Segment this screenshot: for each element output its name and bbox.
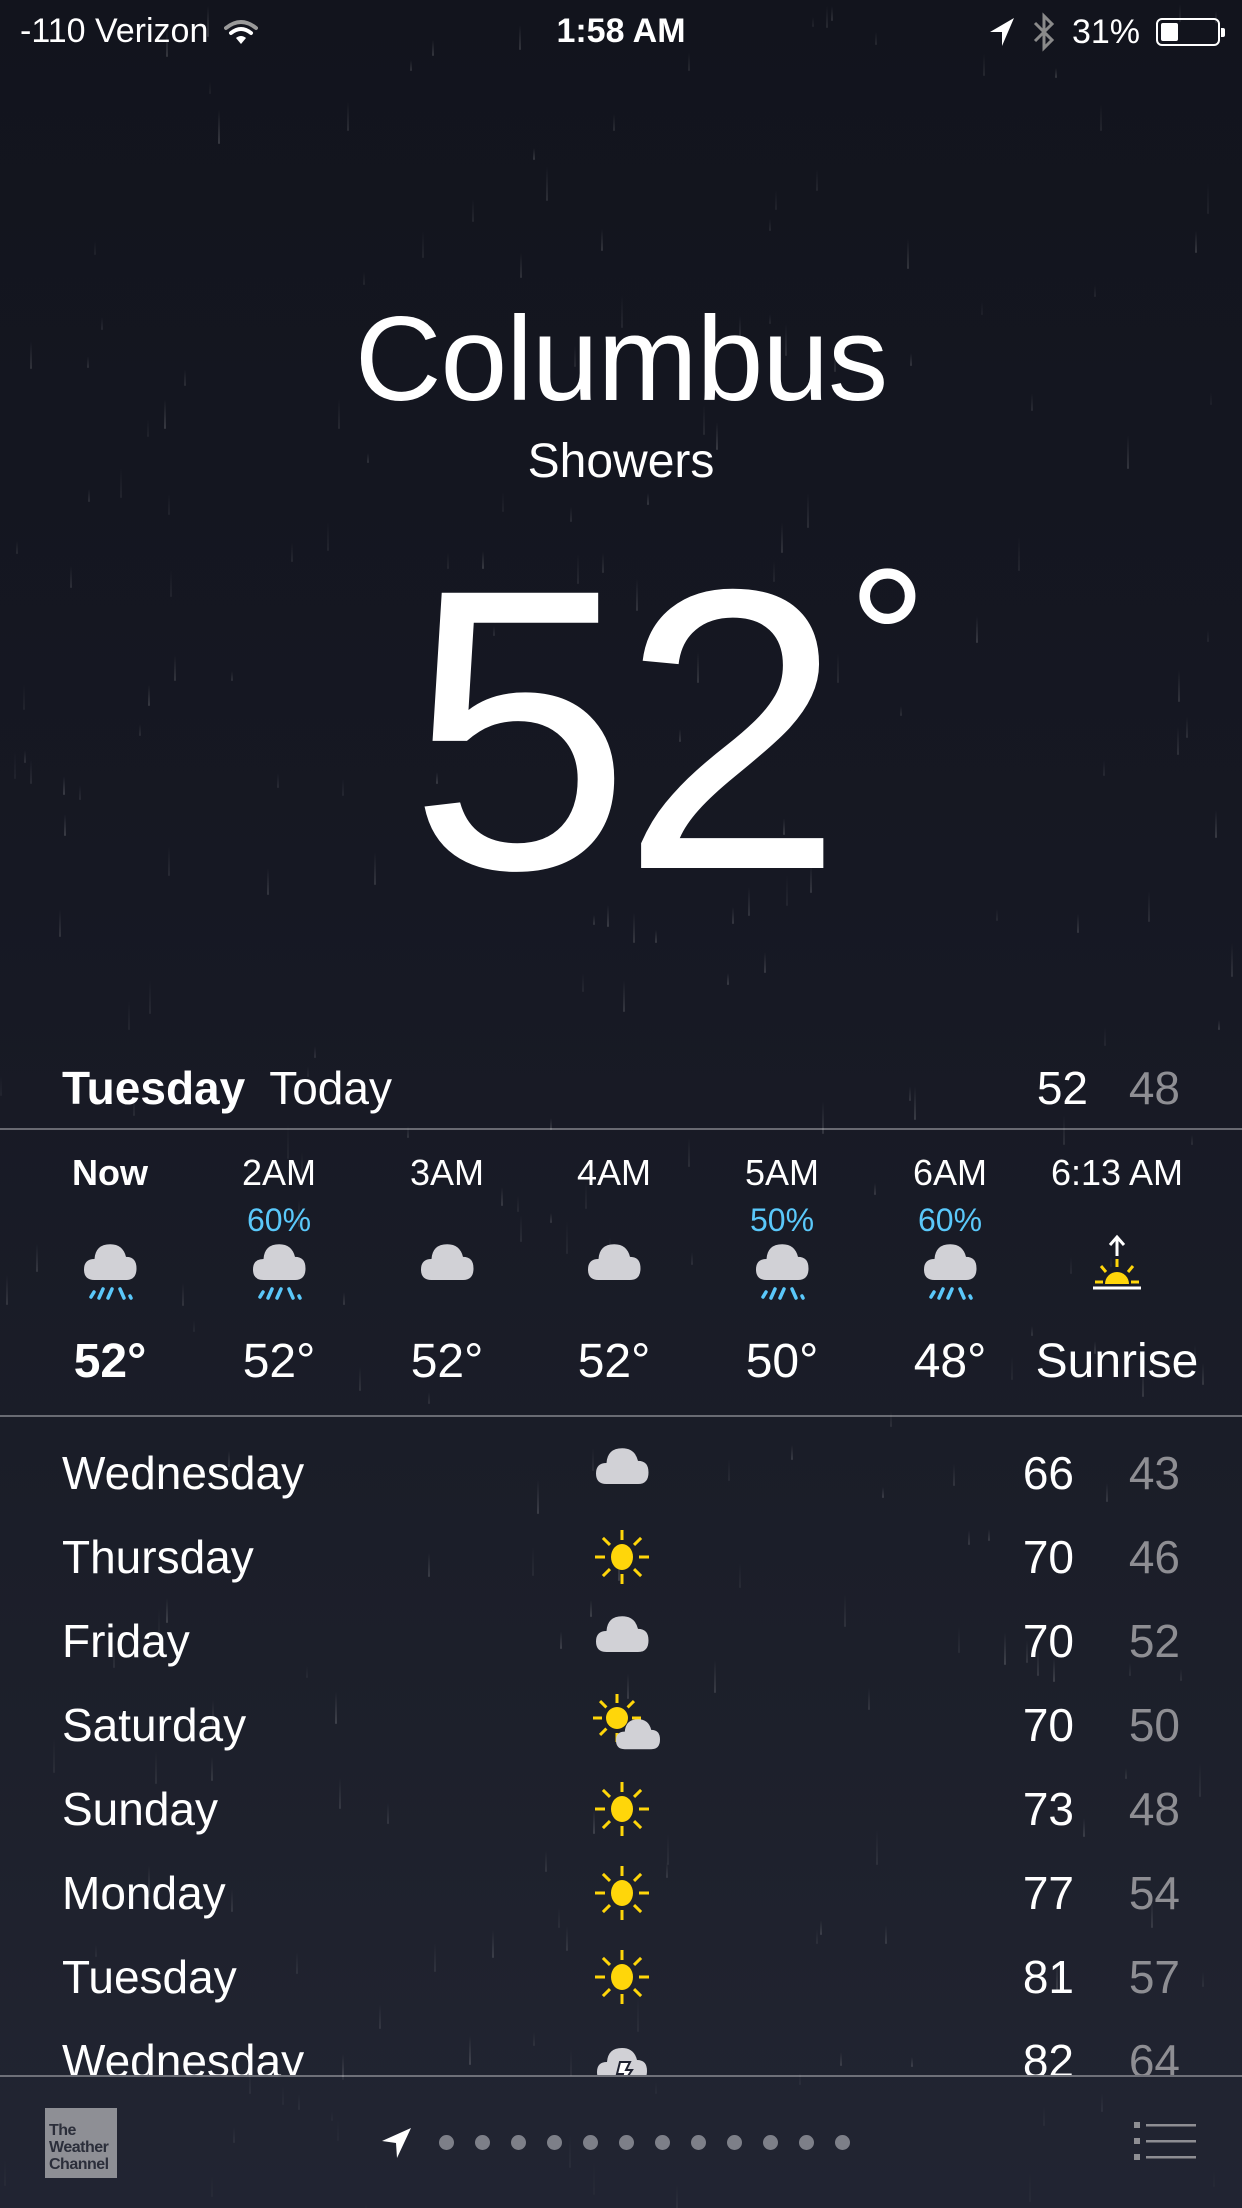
current-temperature-value: 52 — [408, 506, 844, 953]
daily-row: Saturday 70 50 — [62, 1682, 1180, 1766]
bluetooth-icon — [1033, 12, 1055, 52]
cloud-icon — [582, 1606, 662, 1676]
day-low: 43 — [1128, 1447, 1180, 1499]
day-high: 70 — [1022, 1615, 1074, 1667]
today-high: 52 — [1036, 1062, 1088, 1114]
hour-temp: 52° — [73, 1335, 147, 1388]
divider — [0, 1415, 1242, 1417]
rain-cloud-icon — [910, 1234, 990, 1314]
day-high: 82 — [1022, 2035, 1074, 2075]
cloud-icon — [582, 1438, 662, 1508]
day-name: Monday — [62, 1867, 226, 1919]
battery-percent: 31% — [1071, 12, 1140, 51]
day-low: 54 — [1128, 1867, 1180, 1919]
day-low: 50 — [1128, 1699, 1180, 1751]
page-dot[interactable] — [511, 2135, 526, 2150]
today-day: Tuesday — [62, 1062, 246, 1114]
sun-icon — [582, 1858, 662, 1928]
page-indicator[interactable] — [380, 2077, 850, 2208]
page-dot[interactable] — [439, 2135, 454, 2150]
daily-row: Wednesday 82 64 — [62, 2018, 1180, 2075]
page-dot[interactable] — [547, 2135, 562, 2150]
hour-label: 2AM — [241, 1152, 317, 1193]
daily-row: Friday 70 52 — [62, 1598, 1180, 1682]
status-bar: -110 Verizon 1:58 AM 31% — [0, 0, 1242, 62]
day-name: Sunday — [62, 1783, 219, 1835]
day-low: 52 — [1128, 1615, 1180, 1667]
page-dot[interactable] — [583, 2135, 598, 2150]
hour-temp: Sunrise — [1035, 1335, 1199, 1388]
rain-cloud-icon — [239, 1234, 319, 1314]
degree-symbol: ° — [847, 528, 927, 751]
day-high: 70 — [1022, 1531, 1074, 1583]
sun-icon — [582, 1774, 662, 1844]
day-name: Thursday — [62, 1531, 254, 1583]
current-location-page-icon — [382, 2127, 411, 2158]
day-high: 73 — [1022, 1783, 1074, 1835]
cloud-icon — [574, 1234, 654, 1314]
page-dot[interactable] — [655, 2135, 670, 2150]
page-dot[interactable] — [763, 2135, 778, 2150]
today-label: Today — [269, 1062, 392, 1114]
weather-channel-logo[interactable]: The Weather Channel — [45, 2108, 117, 2178]
hour-temp: 50° — [745, 1335, 819, 1388]
current-temperature: 52 ° — [0, 530, 1242, 930]
page-dot[interactable] — [727, 2135, 742, 2150]
daily-row: Tuesday 81 57 — [62, 1934, 1180, 2018]
battery-icon — [1156, 18, 1225, 46]
daily-row: Thursday 70 46 — [62, 1514, 1180, 1598]
bottom-toolbar: The Weather Channel — [0, 2077, 1242, 2208]
rain-cloud-icon — [70, 1234, 150, 1314]
daily-forecast[interactable]: Wednesday 66 43 Thursday 70 46 Friday 70… — [0, 1430, 1242, 2075]
sun-icon — [582, 1522, 662, 1592]
day-high: 81 — [1022, 1951, 1074, 2003]
hour-temp: 52° — [242, 1335, 316, 1388]
hour-label: 4AM — [576, 1152, 652, 1193]
day-high: 70 — [1022, 1699, 1074, 1751]
hourly-forecast[interactable]: Now 52° 2AM 60% 52° 3AM 52° 4AM 52° 5AM … — [0, 1130, 1242, 1415]
day-name: Saturday — [62, 1699, 247, 1751]
location-arrow-icon — [989, 18, 1014, 46]
current-condition: Showers — [527, 435, 715, 488]
city-name: Columbus — [354, 292, 888, 426]
hour-temp: 52° — [410, 1335, 484, 1388]
day-name: Wednesday — [62, 1447, 305, 1499]
today-summary: Tuesday Today 52 48 — [62, 1058, 1180, 1118]
sun-icon — [582, 1942, 662, 2012]
cloud-icon — [407, 1234, 487, 1314]
hour-label: 6AM — [912, 1152, 988, 1193]
day-low: 64 — [1128, 2035, 1180, 2075]
page-dot[interactable] — [691, 2135, 706, 2150]
hour-label: 5AM — [744, 1152, 820, 1193]
daily-row: Monday 77 54 — [62, 1850, 1180, 1934]
day-high: 66 — [1022, 1447, 1074, 1499]
day-low: 46 — [1128, 1531, 1180, 1583]
daily-row: Wednesday 66 43 — [62, 1430, 1180, 1514]
day-name: Friday — [62, 1615, 190, 1667]
day-name: Wednesday — [62, 2035, 305, 2075]
hour-temp: 52° — [577, 1335, 651, 1388]
day-low: 48 — [1128, 1783, 1180, 1835]
sunrise-icon — [1077, 1234, 1157, 1314]
day-name: Tuesday — [62, 1951, 237, 2003]
city-list-button[interactable] — [1132, 2117, 1196, 2165]
thunderstorm-icon — [582, 2026, 662, 2075]
partly-cloudy-icon — [582, 1690, 662, 1760]
page-dot[interactable] — [799, 2135, 814, 2150]
today-low: 48 — [1128, 1062, 1180, 1114]
page-dot[interactable] — [835, 2135, 850, 2150]
hour-label: 6:13 AM — [1050, 1152, 1184, 1193]
page-dot[interactable] — [475, 2135, 490, 2150]
hour-temp: 48° — [913, 1335, 987, 1388]
day-high: 77 — [1022, 1867, 1074, 1919]
rain-cloud-icon — [742, 1234, 822, 1314]
hour-label: Now — [72, 1152, 148, 1193]
day-low: 57 — [1128, 1951, 1180, 2003]
page-dot[interactable] — [619, 2135, 634, 2150]
daily-row: Sunday 73 48 — [62, 1766, 1180, 1850]
hour-label: 3AM — [409, 1152, 485, 1193]
